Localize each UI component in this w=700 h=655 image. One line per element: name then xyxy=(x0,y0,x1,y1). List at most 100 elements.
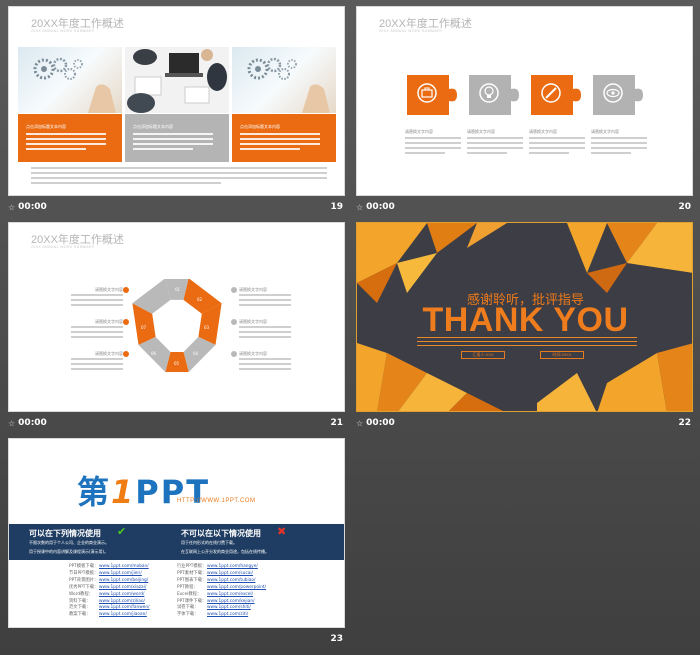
segment-label: 07 xyxy=(141,325,147,330)
segment-label: 04 xyxy=(193,351,199,356)
download-link[interactable]: www.1ppt.com/jieri/ xyxy=(99,571,142,576)
download-link[interactable]: www.1ppt.com/word/ xyxy=(99,592,144,597)
link-label: 试卷下载： xyxy=(177,605,199,611)
segment-label: 05 xyxy=(174,361,180,366)
slide-thumb-23[interactable]: 第1PPT HTTP://WWW.1PPT.COM 可以在下列情况使用 ✔ 不限… xyxy=(8,438,345,648)
link-label: 优秀PPT下载： xyxy=(69,584,99,590)
slide-number: 23 xyxy=(330,634,343,644)
cross-icon: ✖ xyxy=(277,526,287,538)
link-label: 节日PPT模板： xyxy=(69,570,99,576)
download-link[interactable]: www.1ppt.com/shiti/ xyxy=(207,605,251,610)
download-link-row: 教案下载： www.1ppt.com/jiaoan/ xyxy=(69,611,147,617)
cannot-use-title: 不可以在以下情况使用 xyxy=(181,529,261,538)
download-link[interactable]: www.1ppt.com/powerpoint/ xyxy=(207,585,266,590)
usage-band: 可以在下列情况使用 ✔ 不限次数的用于个人公司、企业的商业演示。 用于授课中的内… xyxy=(9,524,344,560)
download-link[interactable]: www.1ppt.com/ziti/ xyxy=(207,612,248,617)
segment-label: 01 xyxy=(175,287,181,292)
slide-thumb-20[interactable]: 20XX年度工作概述 20XX ANNUAL WORK SUMMARY 请替换文… xyxy=(356,6,693,216)
download-link-row: PPT背景图片：www.1ppt.com/beijing/ xyxy=(69,577,148,583)
download-link[interactable]: www.1ppt.com/fanwen/ xyxy=(99,605,150,610)
cannot-use-line: 用于任何形式的在线付费下载。 xyxy=(181,540,237,545)
can-use-title: 可以在下列情况使用 xyxy=(29,529,101,538)
download-link-row: 资料下载： www.1ppt.com/ziliao/ xyxy=(69,598,145,604)
download-link-row: PPT素材下载：www.1ppt.com/sucai/ xyxy=(177,570,253,576)
brand-logo: 第1PPT xyxy=(77,473,211,511)
slide-preview[interactable]: 20XX年度工作概述 20XX ANNUAL WORK SUMMARY 请替换文… xyxy=(356,6,693,196)
slide-timing: ☆ 00:00 xyxy=(8,202,47,212)
link-label: 资料下载： xyxy=(69,598,91,604)
slide-preview[interactable]: 20XX年度工作概述 20XX ANNUAL WORK SUMMARY 点击添加… xyxy=(8,6,345,196)
download-link[interactable]: www.1ppt.com/jiaoan/ xyxy=(99,612,147,617)
slide-subtitle: 20XX ANNUAL WORK SUMMARY xyxy=(31,245,95,249)
date-button[interactable]: 时间:20XX xyxy=(540,351,584,359)
download-link-row: PPT模板下载：www.1ppt.com/moban/ xyxy=(69,563,149,569)
download-link-row: 行业PPT模板：www.1ppt.com/hangye/ xyxy=(177,563,258,569)
diagram-item: 请替换文字内容 xyxy=(239,319,291,341)
slide-timing: ☆ 00:00 xyxy=(8,418,47,428)
segment-label: 06 xyxy=(151,351,157,356)
slide-preview[interactable]: 第1PPT HTTP://WWW.1PPT.COM 可以在下列情况使用 ✔ 不限… xyxy=(8,438,345,628)
slide-number: 22 xyxy=(678,418,691,428)
puzzle-caption: 请替换文字内容 xyxy=(529,129,591,157)
bullet-dot xyxy=(123,351,129,357)
content-box: 点击添加标题文本内容 xyxy=(18,114,122,162)
bullet-dot xyxy=(231,287,237,293)
download-link-row: Word教程： www.1ppt.com/word/ xyxy=(69,591,144,597)
slide-number: 19 xyxy=(330,202,343,212)
download-link-row: PPT图表下载：www.1ppt.com/tubiao/ xyxy=(177,577,255,583)
puzzle-piece xyxy=(469,75,519,115)
placeholder-lines xyxy=(31,167,327,187)
slide-preview[interactable]: 20XX年度工作概述 20XX ANNUAL WORK SUMMARY 01 0… xyxy=(8,222,345,412)
content-box: 点击添加标题文本内容 xyxy=(232,114,336,162)
presenter-button[interactable]: 汇报人:XXX xyxy=(461,351,505,359)
can-use-line: 用于授课中的内容讲解及课程演示(演示用)。 xyxy=(29,549,109,554)
slide-thumb-21[interactable]: 20XX年度工作概述 20XX ANNUAL WORK SUMMARY 01 0… xyxy=(8,222,345,432)
download-link[interactable]: www.1ppt.com/beijing/ xyxy=(99,578,148,583)
link-label: 字体下载： xyxy=(177,612,199,618)
link-label: PPT背景图片： xyxy=(69,577,99,583)
link-label: Word教程： xyxy=(69,591,93,597)
slide-subtitle: 20XX ANNUAL WORK SUMMARY xyxy=(31,29,95,33)
check-icon: ✔ xyxy=(117,526,127,538)
placeholder-lines xyxy=(26,133,114,150)
bullet-dot xyxy=(123,287,129,293)
slide-preview[interactable]: 感谢聆听，批评指导 THANK YOU 汇报人:XXX 时间:20XX xyxy=(356,222,693,412)
segment-label: 03 xyxy=(204,325,210,330)
link-label: PPT课件下载： xyxy=(177,598,207,604)
download-link[interactable]: www.1ppt.com/tubiao/ xyxy=(207,578,255,583)
placeholder-lines xyxy=(240,133,328,150)
puzzle-caption: 请替换文字内容 xyxy=(405,129,467,157)
gears-photo xyxy=(232,47,336,113)
slide-number: 21 xyxy=(330,418,343,428)
download-link[interactable]: www.1ppt.com/kejian/ xyxy=(207,599,255,604)
slide-thumb-22[interactable]: 感谢聆听，批评指导 THANK YOU 汇报人:XXX 时间:20XX ☆ 00:… xyxy=(356,222,693,432)
link-label: PPT图表下载： xyxy=(177,577,207,583)
download-link-row: 范文下载： www.1ppt.com/fanwen/ xyxy=(69,604,150,610)
box-label: 点击添加标题文本内容 xyxy=(26,124,66,129)
download-link[interactable]: www.1ppt.com/excel/ xyxy=(207,592,253,597)
download-link[interactable]: www.1ppt.com/xiazai/ xyxy=(99,585,146,590)
download-link[interactable]: www.1ppt.com/moban/ xyxy=(99,564,149,569)
slide-subtitle: 20XX ANNUAL WORK SUMMARY xyxy=(379,29,443,33)
download-link[interactable]: www.1ppt.com/hangye/ xyxy=(207,564,258,569)
link-label: 教案下载： xyxy=(69,612,91,618)
business-photo xyxy=(125,47,229,113)
link-label: Excel教程： xyxy=(177,591,202,597)
puzzle-caption: 请替换文字内容 xyxy=(591,129,653,157)
slide-thumb-19[interactable]: 20XX年度工作概述 20XX ANNUAL WORK SUMMARY 点击添加… xyxy=(8,6,345,216)
download-link-row: 试卷下载： www.1ppt.com/shiti/ xyxy=(177,604,251,610)
cannot-use-line: 在互联网上公开分发的商业用途，包括在线传播。 xyxy=(181,549,269,554)
link-label: 行业PPT模板： xyxy=(177,564,207,569)
box-label: 点击添加标题文本内容 xyxy=(133,124,173,129)
transition-icon: ☆ xyxy=(356,202,364,212)
diagram-item: 请替换文字内容 xyxy=(239,287,291,309)
slide-timing: ☆ 00:00 xyxy=(356,418,395,428)
link-label: 范文下载： xyxy=(69,605,91,611)
bullet-dot xyxy=(231,319,237,325)
diagram-item: 请替换文字内容 xyxy=(71,287,123,309)
transition-icon: ☆ xyxy=(356,418,364,428)
heptagon-diagram: 01 02 03 04 05 06 07 xyxy=(132,279,222,372)
segment-label: 02 xyxy=(197,297,203,302)
download-link[interactable]: www.1ppt.com/ziliao/ xyxy=(99,599,145,604)
download-link[interactable]: www.1ppt.com/sucai/ xyxy=(207,571,253,576)
